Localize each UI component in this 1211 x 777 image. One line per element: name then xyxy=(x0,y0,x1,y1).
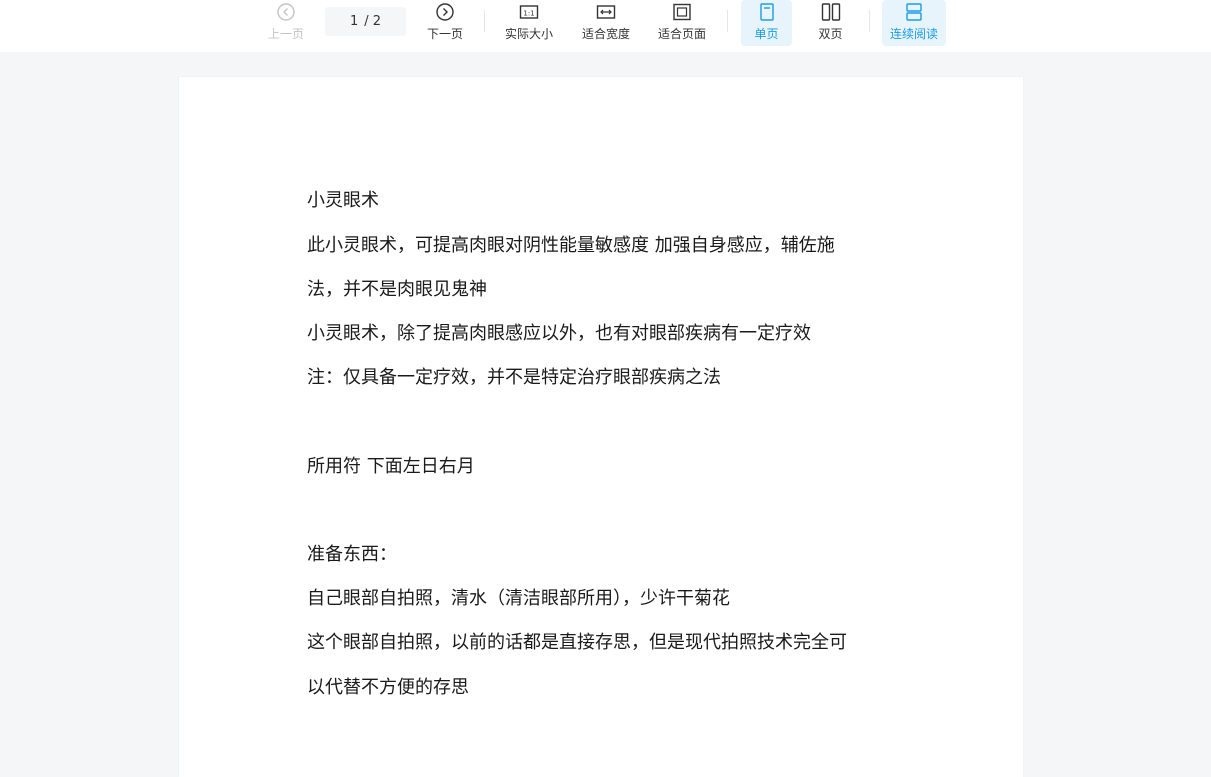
doc-line: 所用符 下面左日右月 xyxy=(307,456,475,477)
single-page-button[interactable]: 单页 xyxy=(741,0,792,46)
single-page-icon xyxy=(741,3,792,21)
document-page: 小灵眼术 此小灵眼术，可提高肉眼对阴性能量敏感度 加强自身感应，辅佐施 法，并不… xyxy=(179,77,1023,777)
fit-page-label: 适合页面 xyxy=(657,27,706,41)
fit-page-icon xyxy=(652,3,712,21)
total-pages: / 2 xyxy=(364,14,382,29)
next-page-button[interactable]: 下一页 xyxy=(421,0,469,46)
actual-size-button[interactable]: 1:1 实际大小 xyxy=(499,0,559,46)
double-page-label: 双页 xyxy=(818,27,843,41)
toolbar-divider xyxy=(727,10,728,32)
fit-page-button[interactable]: 适合页面 xyxy=(652,0,712,46)
page-number-input[interactable]: 1 / 2 xyxy=(325,7,406,36)
single-page-label: 单页 xyxy=(754,27,779,41)
doc-line: 法，并不是肉眼见鬼神 xyxy=(307,279,487,300)
continuous-reading-button[interactable]: 连续阅读 xyxy=(882,0,946,46)
continuous-reading-label: 连续阅读 xyxy=(889,27,938,41)
doc-line: 此小灵眼术，可提高肉眼对阴性能量敏感度 加强自身感应，辅佐施 xyxy=(307,235,835,256)
continuous-reading-icon xyxy=(882,3,946,21)
fit-width-icon xyxy=(576,3,636,21)
one-to-one-icon: 1:1 xyxy=(499,3,559,21)
doc-line: 准备东西： xyxy=(307,544,397,565)
double-page-button[interactable]: 双页 xyxy=(805,0,856,46)
chevron-right-circle-icon xyxy=(421,3,469,21)
toolbar-divider xyxy=(869,10,870,32)
doc-line: 这个眼部自拍照，以前的话都是直接存思，但是现代拍照技术完全可 xyxy=(307,632,847,653)
prev-page-label: 上一页 xyxy=(267,27,304,41)
doc-line: 以代替不方便的存思 xyxy=(307,677,469,698)
doc-title: 小灵眼术 xyxy=(307,190,379,211)
svg-text:1:1: 1:1 xyxy=(523,10,534,18)
double-page-icon xyxy=(805,3,856,21)
chevron-left-circle-icon xyxy=(262,3,310,21)
toolbar-divider xyxy=(484,10,485,32)
doc-line: 小灵眼术，除了提高肉眼感应以外，也有对眼部疾病有一定疗效 xyxy=(307,323,811,344)
actual-size-label: 实际大小 xyxy=(504,27,553,41)
doc-line: 注：仅具备一定疗效，并不是特定治疗眼部疾病之法 xyxy=(307,367,721,388)
next-page-label: 下一页 xyxy=(426,27,463,41)
prev-page-button[interactable]: 上一页 xyxy=(262,0,310,46)
current-page-number: 1 xyxy=(349,14,359,29)
doc-line: 自己眼部自拍照，清水（清洁眼部所用），少许干菊花 xyxy=(307,588,730,609)
viewer-toolbar: 上一页 1 / 2 下一页 1:1 实际大小 适合宽度 适合页面 单页 双页 连续… xyxy=(0,0,1211,52)
fit-width-button[interactable]: 适合宽度 xyxy=(576,0,636,46)
fit-width-label: 适合宽度 xyxy=(581,27,630,41)
